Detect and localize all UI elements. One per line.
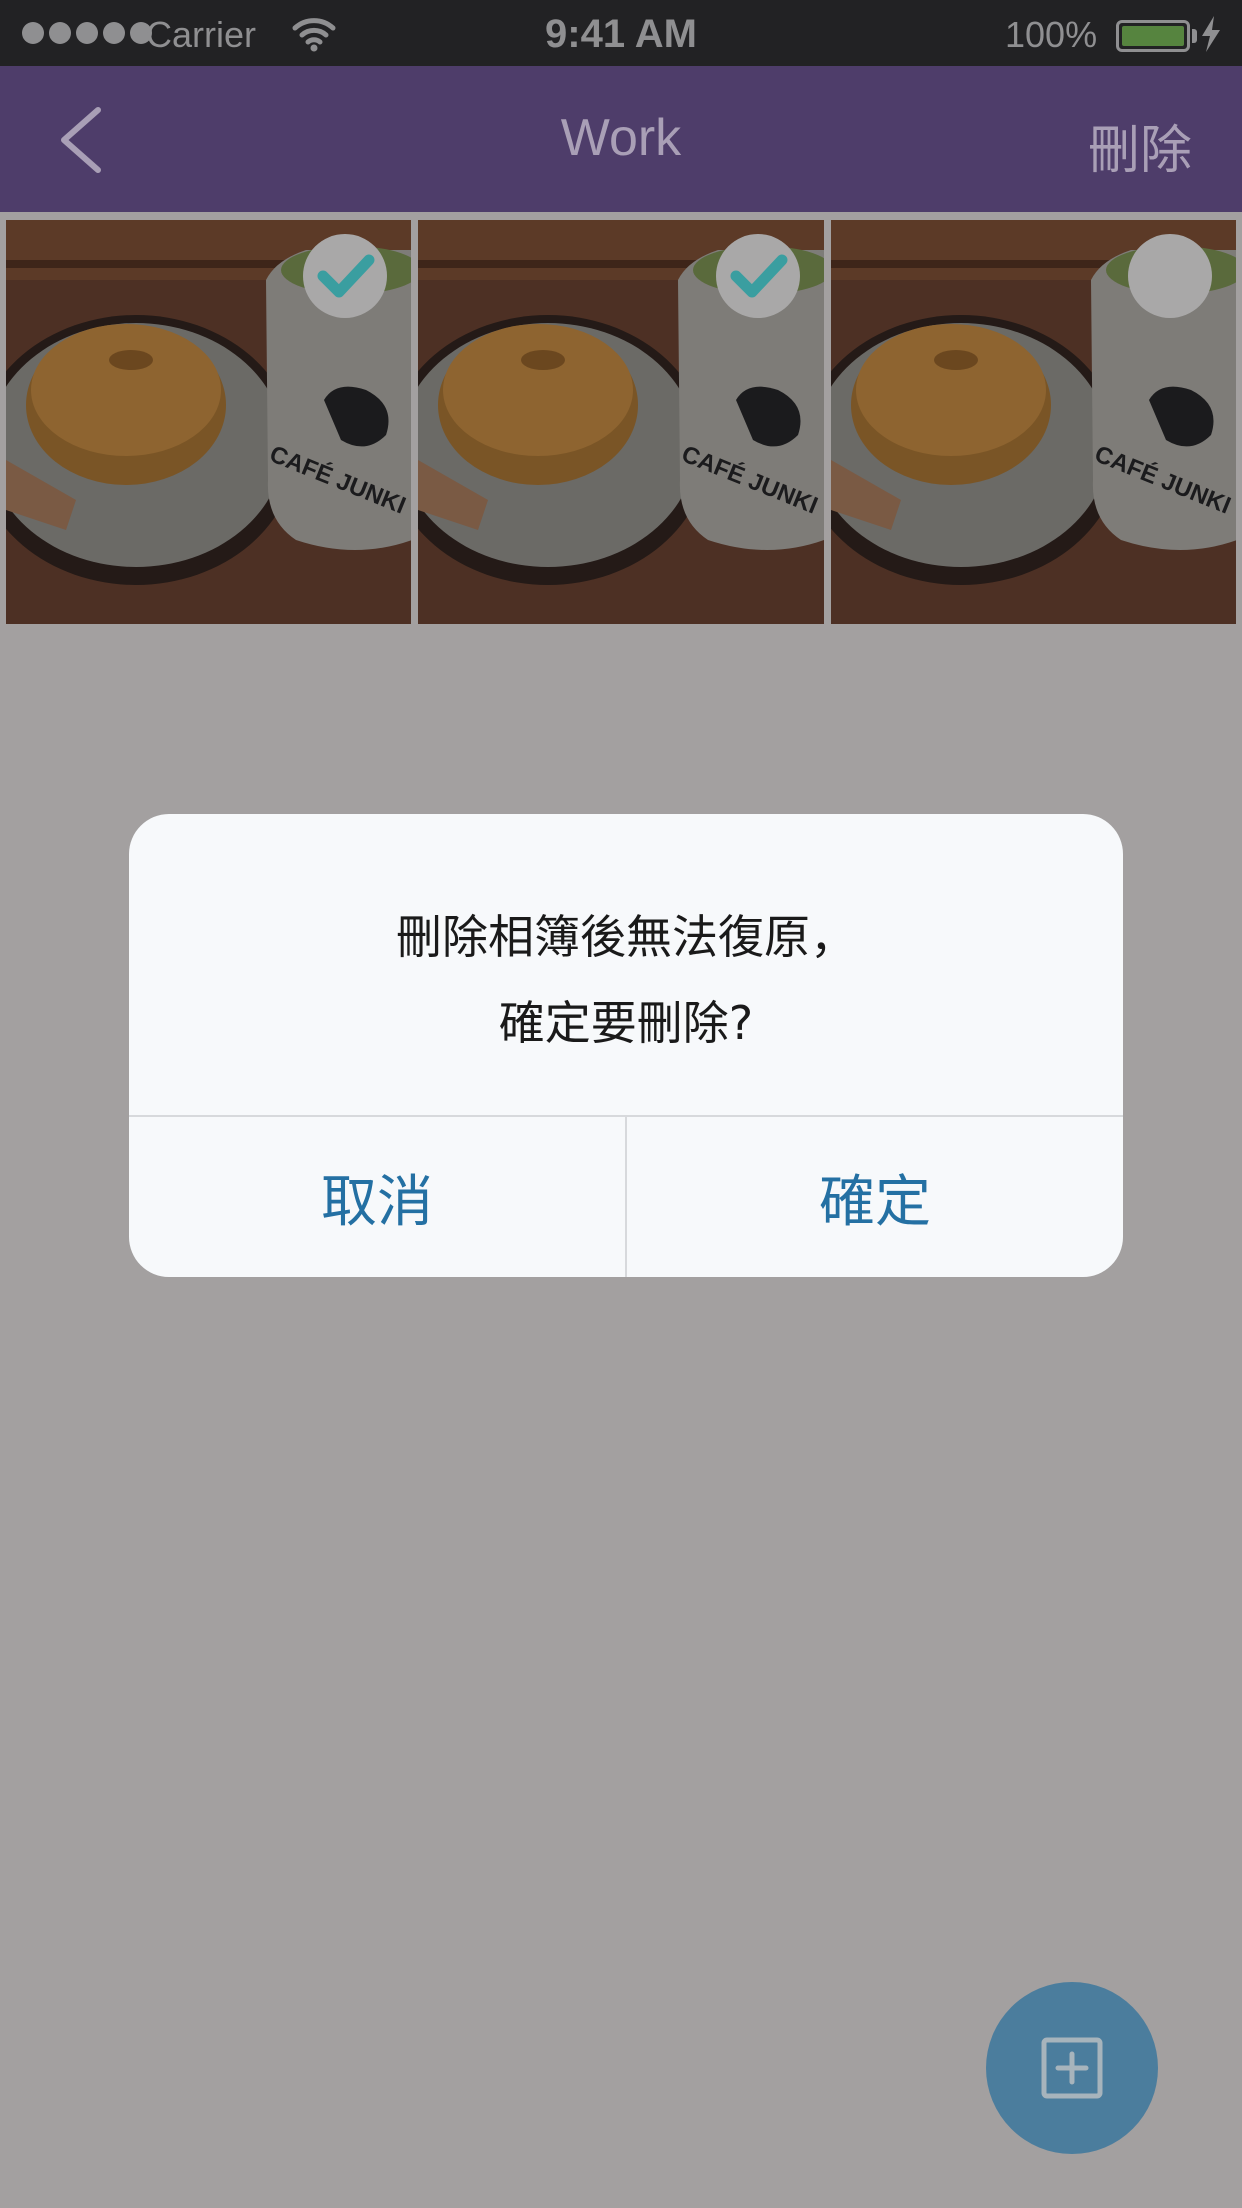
dialog-message: 刪除相簿後無法復原， 確定要刪除? <box>129 894 1123 1066</box>
selected-check-icon[interactable] <box>715 234 800 318</box>
dialog-message-line1: 刪除相簿後無法復原， <box>396 910 856 964</box>
delete-button[interactable]: 刪除 <box>1088 108 1192 183</box>
battery-icon <box>1116 20 1190 52</box>
photo-thumbnail[interactable]: CAFÉ JUNKI <box>830 220 1236 624</box>
battery-nub <box>1192 29 1197 43</box>
bolt-icon <box>1200 16 1222 61</box>
nav-bar: Work 刪除 <box>0 66 1242 212</box>
selected-check-icon[interactable] <box>303 234 388 318</box>
add-square-icon <box>1041 2037 1103 2099</box>
dialog-message-line2: 確定要刪除? <box>498 996 754 1050</box>
delete-confirm-dialog: 刪除相簿後無法復原， 確定要刪除? 取消 確定 <box>129 814 1123 1277</box>
confirm-button[interactable]: 確定 <box>627 1117 1123 1277</box>
add-button[interactable] <box>986 1982 1158 2154</box>
unselected-circle-icon[interactable] <box>1127 234 1212 318</box>
page-title: Work <box>560 109 682 167</box>
status-bar: Carrier 9:41 AM 100% <box>0 0 1242 66</box>
battery-percent: 100% <box>1005 14 1098 55</box>
photo-grid: CAFÉ JUNKI CAFÉ JUNKI CAFÉ JUNKI <box>0 212 1242 628</box>
photo-thumbnail[interactable]: CAFÉ JUNKI <box>6 220 412 624</box>
photo-thumbnail[interactable]: CAFÉ JUNKI <box>418 220 824 624</box>
cancel-button[interactable]: 取消 <box>129 1117 625 1277</box>
